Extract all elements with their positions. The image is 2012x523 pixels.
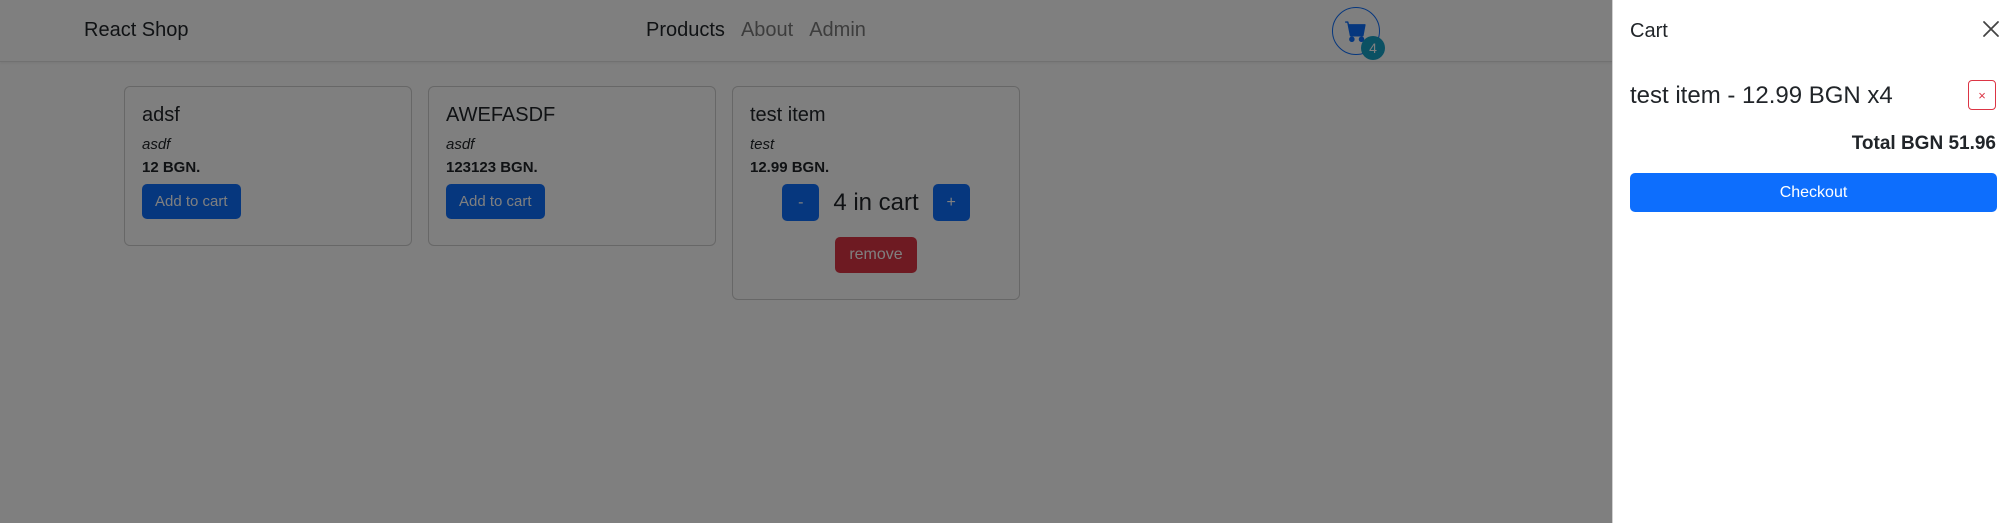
page: React Shop Products About Admin 4 adsf a… [0,0,2012,523]
cart-title: Cart [1630,20,1668,42]
cart-panel: Cart test item - 12.99 BGN x4 × Total BG… [1612,0,2012,523]
cart-item-remove-button[interactable]: × [1968,80,1996,110]
cart-total: Total BGN 51.96 [1851,133,1996,154]
cart-item-text: test item - 12.99 BGN x4 [1630,82,1893,109]
close-icon[interactable] [1979,17,2003,41]
checkout-button[interactable]: Checkout [1630,173,1997,212]
